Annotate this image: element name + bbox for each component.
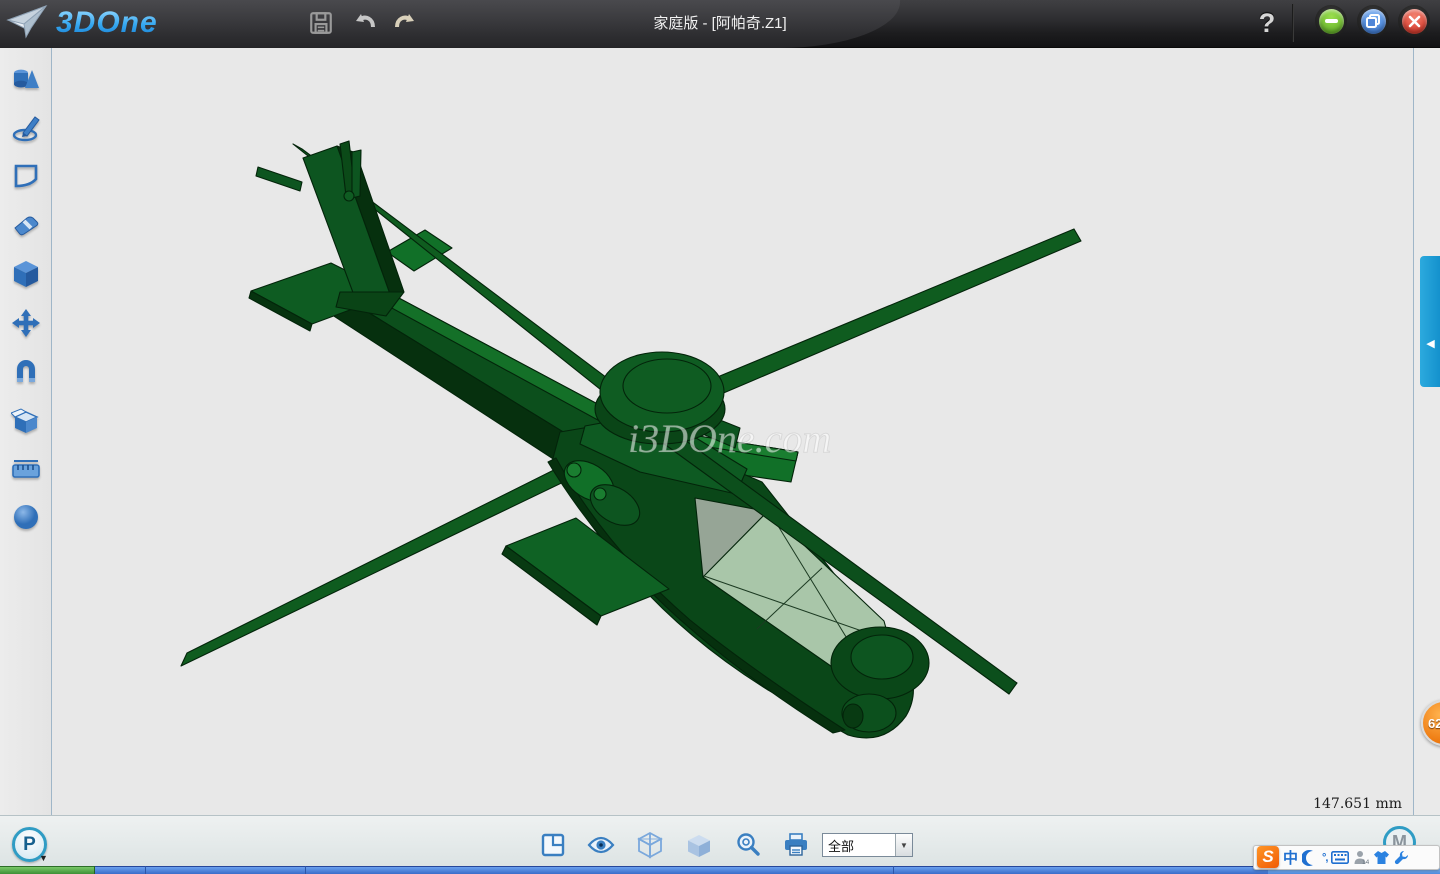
ruler-icon — [11, 458, 41, 480]
wireframe-cube-icon — [637, 831, 663, 859]
sidebar-tool-sketch[interactable] — [10, 112, 42, 144]
titlebar-separator — [1292, 4, 1294, 42]
printer-icon — [783, 833, 809, 857]
sidebar-tool-magnet-constraints[interactable] — [10, 356, 42, 388]
restore-button[interactable] — [1357, 5, 1389, 37]
profile-dropdown-arrow[interactable]: ▼ — [39, 853, 48, 863]
move-arrows-icon — [11, 308, 41, 338]
taskbar-start-segment[interactable] — [0, 866, 95, 874]
magnet-icon — [12, 358, 40, 386]
filter-selected-value: 全部 — [823, 834, 895, 856]
cube-icon — [12, 259, 40, 289]
minimize-button[interactable] — [1315, 5, 1347, 37]
wireframe-display-button[interactable] — [635, 830, 665, 860]
edit-sketch-icon — [12, 162, 40, 190]
sidebar-tool-material-render[interactable] — [10, 501, 42, 533]
taskbar-divider — [305, 866, 306, 874]
ime-punctuation-toggle[interactable]: °, — [1322, 852, 1327, 864]
measurement-readout: 147.651 mm — [1313, 796, 1402, 812]
close-button[interactable] — [1398, 5, 1430, 37]
shaded-display-button[interactable] — [684, 830, 714, 860]
filter-dropdown-button[interactable]: ▼ — [895, 834, 912, 856]
sidebar-tool-assembly[interactable] — [10, 405, 42, 437]
panel-expand-arrow-icon: ◀ — [1426, 337, 1434, 350]
sidebar-tool-feature-modeling[interactable] — [10, 258, 42, 290]
right-edge-strip: ◀ 62 — [1413, 48, 1440, 815]
ime-toolbar: S 中 °, 14 — [1253, 845, 1440, 870]
left-tool-sidebar — [0, 48, 52, 815]
print-button[interactable] — [781, 830, 811, 860]
shaded-cube-icon — [686, 832, 712, 858]
sidebar-tool-basic-edit-move[interactable] — [10, 307, 42, 339]
restore-icon — [1361, 9, 1386, 34]
view-layout-button[interactable] — [538, 830, 568, 860]
document-title: 家庭版 - [阿帕奇.Z1] — [0, 0, 1440, 44]
profile-letter: P — [23, 834, 36, 856]
sketch-pencil-icon — [11, 113, 41, 143]
title-bar: 3DOne 家庭版 - [阿帕奇.Z1] ? — [0, 0, 1440, 48]
ime-fullhalf-moon-icon[interactable] — [1302, 850, 1318, 866]
ime-language-toggle[interactable]: 中 — [1283, 847, 1298, 868]
community-badge[interactable]: 62 — [1421, 700, 1440, 746]
magnifier-icon — [735, 832, 761, 858]
sidebar-tool-measure[interactable] — [10, 453, 42, 485]
badge-count: 62 — [1428, 716, 1440, 731]
taskbar-divider — [145, 866, 146, 874]
eraser-icon — [11, 212, 41, 238]
os-taskbar-sliver[interactable] — [0, 866, 1440, 874]
modeling-viewport[interactable]: i3DOne.com 147.651 mm — [53, 48, 1413, 815]
material-sphere-icon — [12, 503, 40, 531]
open-box-icon — [11, 407, 41, 435]
taskbar-divider — [893, 866, 894, 874]
visibility-button[interactable] — [586, 830, 616, 860]
model-apache-helicopter[interactable]: i3DOne.com — [53, 48, 1413, 815]
eye-icon — [587, 835, 615, 855]
sidebar-tool-basic-solids[interactable] — [10, 64, 42, 96]
collapsed-panel-tab[interactable]: ◀ — [1420, 256, 1440, 387]
bottom-status-bar: P ▼ — [0, 815, 1440, 866]
ime-user-icon[interactable]: 14 — [1353, 850, 1369, 865]
watermark-text: i3DOne.com — [628, 416, 831, 461]
selection-filter-combobox[interactable]: 全部 ▼ — [822, 833, 913, 857]
zoom-button[interactable] — [733, 830, 763, 860]
minimize-icon — [1319, 9, 1344, 34]
ime-settings-wrench-icon[interactable] — [1394, 850, 1409, 865]
ime-keyboard-icon[interactable] — [1331, 851, 1349, 864]
view-layout-icon — [541, 833, 565, 857]
sidebar-tool-edit-sketch[interactable] — [10, 160, 42, 192]
close-icon — [1402, 9, 1427, 34]
sidebar-tool-special-edit[interactable] — [10, 209, 42, 241]
help-button[interactable]: ? — [1252, 4, 1282, 42]
taskbar-main-segment[interactable] — [95, 866, 1268, 874]
3done-application-window: 3DOne 家庭版 - [阿帕奇.Z1] ? — [0, 0, 1440, 874]
basic-solids-icon — [11, 66, 41, 94]
svg-text:14: 14 — [1362, 859, 1369, 865]
ime-skin-tshirt-icon[interactable] — [1373, 850, 1390, 865]
sogou-logo-icon[interactable]: S — [1257, 846, 1279, 868]
filter-dropdown-arrow-icon: ▼ — [900, 841, 908, 850]
